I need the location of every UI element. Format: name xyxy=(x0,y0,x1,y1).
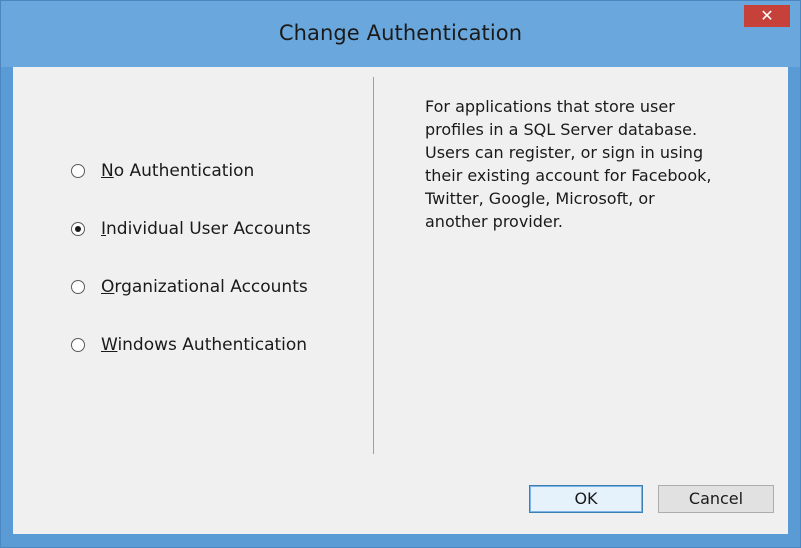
radio-organizational-accounts[interactable]: Organizational Accounts xyxy=(71,277,341,299)
description-line: Twitter, Google, Microsoft, or xyxy=(425,189,655,208)
dialog-body: No Authentication Individual User Accoun… xyxy=(13,67,788,534)
ok-button[interactable]: OK xyxy=(529,485,643,513)
radio-label-text: o Authentication xyxy=(113,161,255,181)
radio-label[interactable]: Windows Authentication xyxy=(101,335,307,355)
close-button[interactable]: ✕ xyxy=(744,5,790,27)
radio-individual-user-accounts[interactable]: Individual User Accounts xyxy=(71,219,341,241)
radio-label[interactable]: Organizational Accounts xyxy=(101,277,308,297)
radio-button-icon[interactable] xyxy=(71,164,85,178)
description-line: For applications that store user xyxy=(425,97,675,116)
radio-no-authentication[interactable]: No Authentication xyxy=(71,161,341,183)
title-bar[interactable]: Change Authentication ✕ xyxy=(1,1,800,67)
radio-label[interactable]: No Authentication xyxy=(101,161,254,181)
radio-button-icon[interactable] xyxy=(71,280,85,294)
radio-button-icon[interactable] xyxy=(71,338,85,352)
close-icon: ✕ xyxy=(760,6,774,25)
radio-label-text: indows Authentication xyxy=(117,335,308,355)
dialog-title: Change Authentication xyxy=(278,21,523,45)
vertical-divider xyxy=(373,77,374,454)
description-line: their existing account for Facebook, xyxy=(425,166,712,185)
radio-button-icon[interactable] xyxy=(71,222,85,236)
radio-label-text: ndividual User Accounts xyxy=(106,219,311,239)
option-description: For applications that store user profile… xyxy=(425,95,775,233)
cancel-button[interactable]: Cancel xyxy=(658,485,774,513)
dialog-window: Change Authentication ✕ No Authenticatio… xyxy=(0,0,801,548)
accelerator-key: W xyxy=(101,335,118,355)
description-line: Users can register, or sign in using xyxy=(425,143,704,162)
radio-windows-authentication[interactable]: Windows Authentication xyxy=(71,335,341,357)
accelerator-key: N xyxy=(101,161,114,181)
radio-label[interactable]: Individual User Accounts xyxy=(101,219,311,239)
radio-selected-dot xyxy=(75,226,81,232)
description-line: another provider. xyxy=(425,212,563,231)
description-line: profiles in a SQL Server database. xyxy=(425,120,698,139)
accelerator-key: O xyxy=(101,277,115,297)
radio-label-text: rganizational Accounts xyxy=(114,277,308,297)
